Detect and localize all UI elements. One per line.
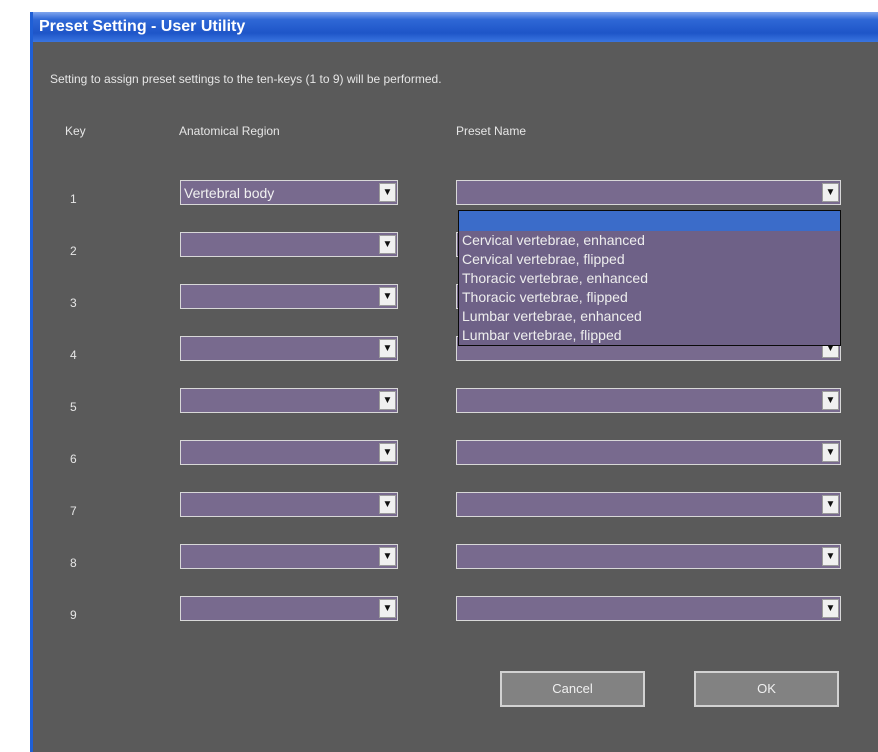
chevron-down-icon[interactable]: ▼ (379, 495, 396, 514)
region-select-6[interactable]: ▼ (180, 440, 398, 465)
region-select-4[interactable]: ▼ (180, 336, 398, 361)
key-label-8: 8 (70, 556, 77, 570)
chevron-down-icon[interactable]: ▼ (379, 287, 396, 306)
cancel-button[interactable]: Cancel (500, 671, 645, 707)
key-label-1: 1 (70, 192, 77, 206)
region-select-value: Vertebral body (184, 185, 275, 201)
region-select-7[interactable]: ▼ (180, 492, 398, 517)
preset-select-1[interactable]: ▼ (456, 180, 841, 205)
region-select-1[interactable]: Vertebral body ▼ (180, 180, 398, 205)
dropdown-option[interactable]: Lumbar vertebrae, enhanced (459, 307, 840, 326)
key-label-9: 9 (70, 608, 77, 622)
chevron-down-icon[interactable]: ▼ (822, 183, 839, 202)
key-column-header: Key (65, 124, 86, 138)
key-label-3: 3 (70, 296, 77, 310)
region-select-2[interactable]: ▼ (180, 232, 398, 257)
region-column-header: Anatomical Region (179, 124, 280, 138)
chevron-down-icon[interactable]: ▼ (822, 599, 839, 618)
ok-button[interactable]: OK (694, 671, 839, 707)
chevron-down-icon[interactable]: ▼ (822, 391, 839, 410)
chevron-down-icon[interactable]: ▼ (379, 235, 396, 254)
dropdown-option[interactable]: Thoracic vertebrae, enhanced (459, 269, 840, 288)
dropdown-option[interactable]: Cervical vertebrae, enhanced (459, 231, 840, 250)
preset-select-7[interactable]: ▼ (456, 492, 841, 517)
chevron-down-icon[interactable]: ▼ (379, 183, 396, 202)
key-label-2: 2 (70, 244, 77, 258)
preset-select-6[interactable]: ▼ (456, 440, 841, 465)
preset-select-9[interactable]: ▼ (456, 596, 841, 621)
dropdown-option[interactable]: Thoracic vertebrae, flipped (459, 288, 840, 307)
chevron-down-icon[interactable]: ▼ (379, 547, 396, 566)
key-label-6: 6 (70, 452, 77, 466)
dropdown-option-empty[interactable] (459, 211, 840, 231)
chevron-down-icon[interactable]: ▼ (822, 547, 839, 566)
window-titlebar: Preset Setting - User Utility (33, 12, 878, 42)
dropdown-option[interactable]: Cervical vertebrae, flipped (459, 250, 840, 269)
preset-setting-window: Preset Setting - User Utility Setting to… (30, 12, 878, 752)
preset-dropdown-list: Cervical vertebrae, enhanced Cervical ve… (458, 210, 841, 346)
chevron-down-icon[interactable]: ▼ (379, 443, 396, 462)
key-label-5: 5 (70, 400, 77, 414)
key-label-4: 4 (70, 348, 77, 362)
dropdown-option[interactable]: Lumbar vertebrae, flipped (459, 326, 840, 345)
chevron-down-icon[interactable]: ▼ (379, 599, 396, 618)
region-select-3[interactable]: ▼ (180, 284, 398, 309)
chevron-down-icon[interactable]: ▼ (822, 443, 839, 462)
region-select-9[interactable]: ▼ (180, 596, 398, 621)
chevron-down-icon[interactable]: ▼ (822, 495, 839, 514)
chevron-down-icon[interactable]: ▼ (379, 339, 396, 358)
preset-select-8[interactable]: ▼ (456, 544, 841, 569)
preset-column-header: Preset Name (456, 124, 527, 138)
region-select-8[interactable]: ▼ (180, 544, 398, 569)
preset-select-5[interactable]: ▼ (456, 388, 841, 413)
chevron-down-icon[interactable]: ▼ (379, 391, 396, 410)
key-label-7: 7 (70, 504, 77, 518)
region-select-5[interactable]: ▼ (180, 388, 398, 413)
description-text: Setting to assign preset settings to the… (50, 72, 442, 86)
